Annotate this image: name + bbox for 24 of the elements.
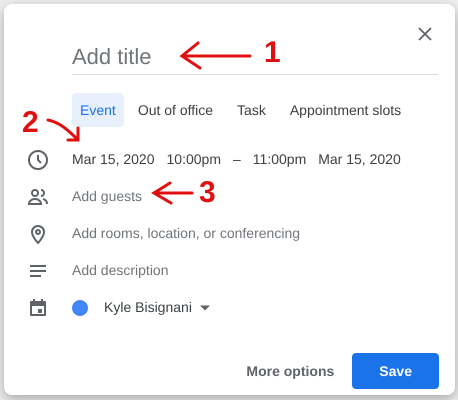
annotation-arrow bbox=[151, 182, 194, 204]
guests-field[interactable]: Add guests bbox=[72, 186, 142, 207]
description-field[interactable]: Add description bbox=[72, 260, 169, 281]
location-field[interactable]: Add rooms, location, or conferencing bbox=[72, 223, 300, 244]
clock-icon bbox=[26, 148, 50, 172]
time-text[interactable]: 10:00pm bbox=[166, 149, 221, 170]
calendar-dropdown[interactable]: Kyle Bisignani bbox=[104, 297, 210, 318]
annotation-number: 2 bbox=[22, 108, 39, 138]
save-button[interactable]: Save bbox=[352, 353, 439, 389]
range-dash: – bbox=[232, 150, 241, 169]
date-text[interactable]: Mar 15, 2020 bbox=[318, 149, 401, 170]
type-tab[interactable]: Task bbox=[227, 93, 276, 127]
type-tab[interactable]: Event bbox=[72, 93, 124, 127]
title-field[interactable]: Add title bbox=[72, 40, 252, 74]
annotation-number: 3 bbox=[199, 178, 216, 208]
type-tab[interactable]: Out of office bbox=[128, 93, 224, 127]
annotation-arrow bbox=[46, 118, 80, 142]
type-tab[interactable]: Appointment slots bbox=[280, 93, 412, 127]
caret-icon bbox=[200, 304, 210, 310]
time-text[interactable]: 11:00pm bbox=[252, 149, 306, 170]
date-text[interactable]: Mar 15, 2020 bbox=[72, 149, 154, 170]
close-icon bbox=[418, 27, 432, 41]
annotation-number: 1 bbox=[264, 38, 281, 68]
more-options-button[interactable]: More options bbox=[236, 353, 344, 389]
